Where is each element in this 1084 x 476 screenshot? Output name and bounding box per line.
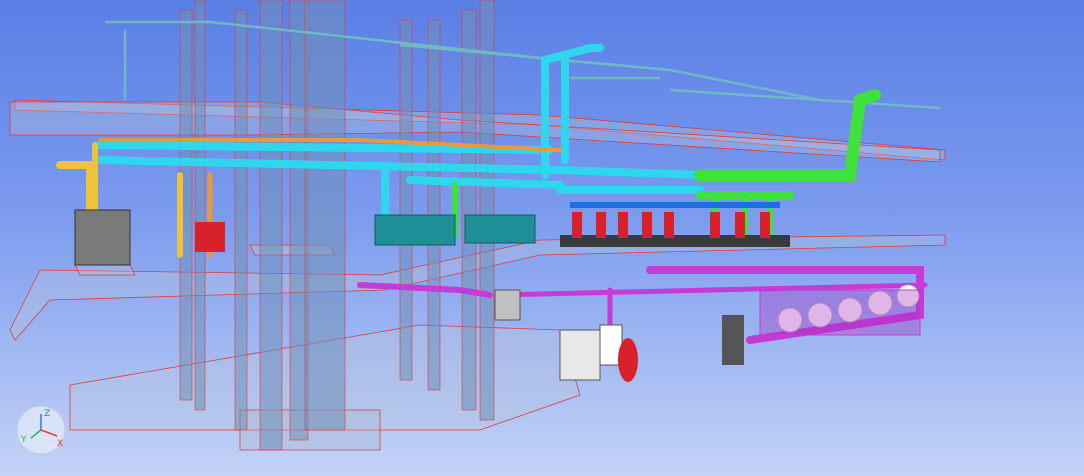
x-axis-label: X	[57, 439, 63, 449]
column	[304, 0, 346, 431]
y-axis-label: Y	[20, 435, 27, 445]
chiller-unit	[374, 214, 456, 246]
z-axis-label: Z	[44, 409, 50, 419]
chillers	[374, 214, 536, 246]
overhead-piping	[105, 20, 941, 110]
pump-rack-center	[560, 202, 790, 247]
chiller-unit	[464, 214, 536, 244]
3d-viewport[interactable]: Z Y X	[0, 0, 1084, 476]
column	[479, 0, 495, 421]
column	[399, 19, 413, 381]
column	[234, 9, 248, 431]
column	[194, 0, 206, 411]
orientation-axis-widget[interactable]: Z Y X	[15, 404, 67, 456]
column	[461, 9, 477, 411]
equipment-pad-left	[74, 264, 136, 276]
column	[259, 0, 283, 451]
model-scene[interactable]	[0, 0, 1084, 476]
column	[427, 19, 441, 391]
boilers	[759, 284, 921, 336]
